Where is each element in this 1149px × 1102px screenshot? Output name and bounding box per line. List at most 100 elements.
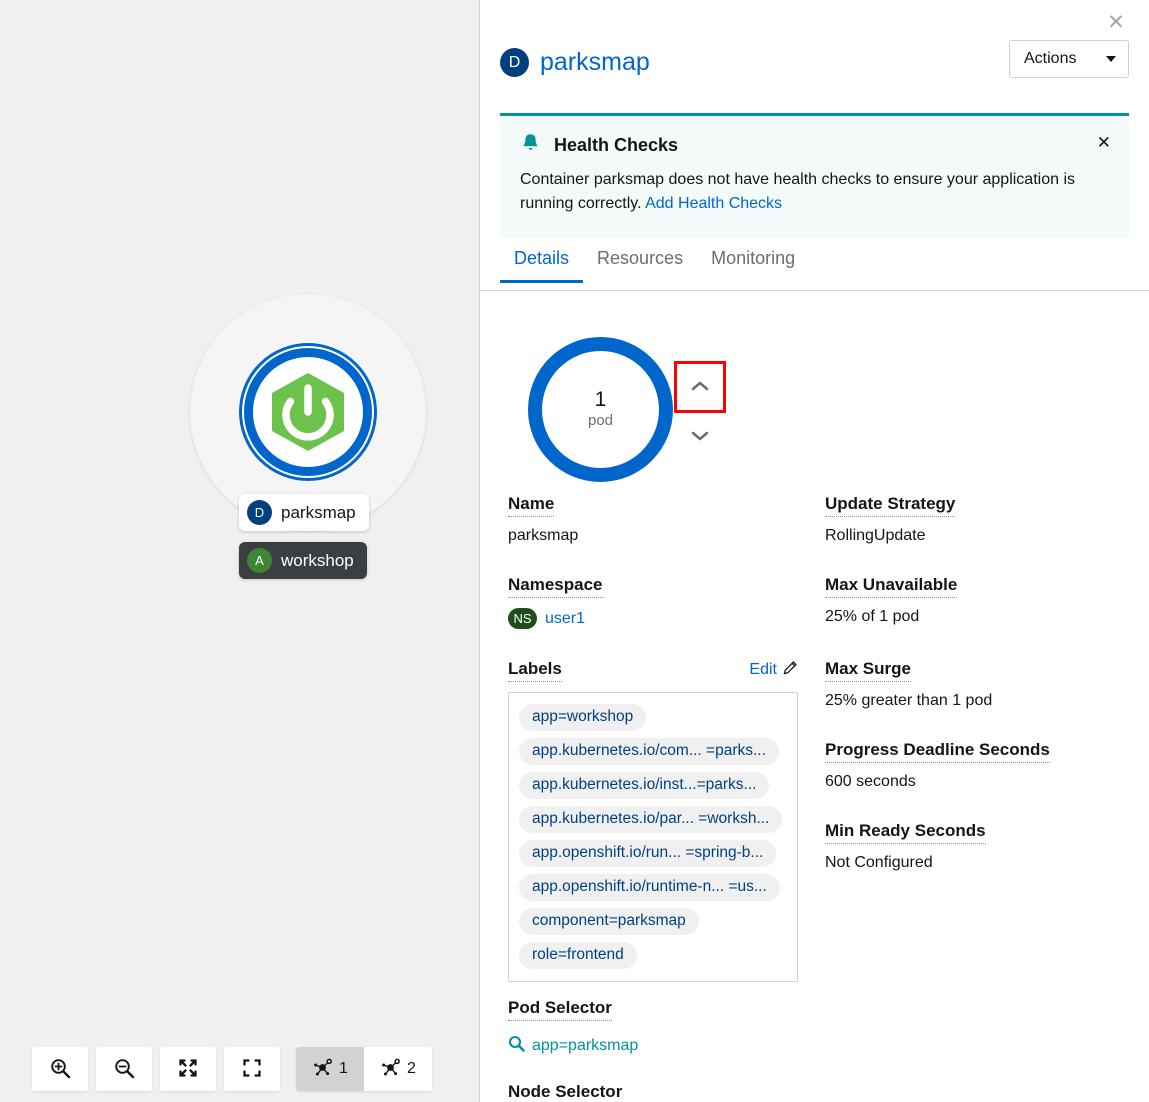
- detail-value: 25% of 1 pod: [825, 608, 1128, 626]
- detail-label: Progress Deadline Seconds: [825, 740, 1050, 763]
- pod-scaling-control: 1 pod: [528, 337, 788, 487]
- namespace-link[interactable]: user1: [545, 610, 585, 628]
- pod-count-value: 1: [595, 389, 607, 411]
- edit-labels-button[interactable]: Edit: [749, 660, 798, 680]
- detail-label: Labels: [508, 659, 562, 682]
- edit-labels-label: Edit: [749, 661, 777, 679]
- zoom-out-button[interactable]: [96, 1047, 152, 1091]
- actions-dropdown-button[interactable]: Actions: [1009, 40, 1129, 78]
- alert-body: Container parksmap does not have health …: [520, 168, 1090, 216]
- add-health-checks-link[interactable]: Add Health Checks: [645, 195, 782, 212]
- pod-count-donut[interactable]: 1 pod: [528, 337, 673, 482]
- detail-max-surge: Max Surge 25% greater than 1 pod: [825, 659, 1128, 710]
- detail-value: 600 seconds: [825, 773, 1128, 791]
- label-chip[interactable]: app=workshop: [519, 704, 646, 731]
- bell-icon: [520, 132, 541, 158]
- label-chip[interactable]: component=parksmap: [519, 908, 699, 935]
- topology-node-parksmap[interactable]: D parksmap A workshop: [190, 294, 426, 530]
- zoom-out-icon: [113, 1057, 135, 1082]
- tab-details[interactable]: Details: [500, 244, 583, 283]
- alert-body-text: Container parksmap does not have health …: [520, 171, 1075, 212]
- zoom-in-icon: [49, 1057, 71, 1082]
- health-checks-alert: ✕ Health Checks Container parksmap does …: [500, 113, 1129, 238]
- side-panel: ✕ D parksmap Actions ✕ Health Checks Con…: [480, 0, 1149, 1102]
- detail-value: 25% greater than 1 pod: [825, 692, 1128, 710]
- deployment-badge: D: [247, 500, 272, 525]
- label-chip[interactable]: app.kubernetes.io/inst...=parks...: [519, 772, 769, 799]
- detail-label: Namespace: [508, 575, 603, 598]
- panel-title-row: D parksmap: [500, 40, 650, 77]
- fit-to-screen-button[interactable]: [160, 1047, 216, 1091]
- details-grid: Name parksmap Update Strategy RollingUpd…: [508, 494, 1128, 982]
- pod-selector-value-row[interactable]: app=parksmap: [508, 1035, 848, 1057]
- chevron-up-icon: [690, 379, 710, 396]
- panel-tabs[interactable]: Details Resources Monitoring: [480, 244, 1149, 291]
- scale-up-button[interactable]: [674, 361, 726, 413]
- topology-toolbar[interactable]: 1: [32, 1047, 432, 1091]
- close-icon: ✕: [1107, 12, 1125, 33]
- graph-layout-icon: [380, 1057, 401, 1081]
- tab-monitoring[interactable]: Monitoring: [697, 244, 809, 283]
- layout-1-button[interactable]: 1: [296, 1047, 364, 1091]
- panel-close-button[interactable]: ✕: [1102, 8, 1130, 36]
- label-chip[interactable]: app.openshift.io/run... =spring-b...: [519, 840, 776, 867]
- topology-canvas[interactable]: D parksmap A workshop: [0, 0, 480, 1102]
- reset-view-button[interactable]: [224, 1047, 280, 1091]
- labels-header: Labels Edit: [508, 659, 798, 682]
- detail-label: Name: [508, 494, 554, 517]
- detail-pod-selector: Pod Selector app=parksmap: [508, 998, 848, 1057]
- actions-label: Actions: [1024, 50, 1076, 68]
- pod-count-unit: pod: [588, 412, 613, 430]
- application-name: workshop: [281, 551, 354, 571]
- pod-selector-value: app=parksmap: [532, 1037, 638, 1055]
- detail-value: RollingUpdate: [825, 527, 1128, 545]
- fit-to-screen-icon: [177, 1057, 199, 1082]
- tab-resources[interactable]: Resources: [583, 244, 697, 283]
- layout-2-button[interactable]: 2: [364, 1047, 432, 1091]
- application-badge: A: [247, 548, 272, 573]
- detail-progress-deadline: Progress Deadline Seconds 600 seconds: [825, 740, 1128, 791]
- detail-min-ready: Min Ready Seconds Not Configured: [825, 821, 1128, 872]
- node-label-application[interactable]: A workshop: [239, 542, 367, 579]
- label-chip[interactable]: app.kubernetes.io/com... =parks...: [519, 738, 779, 765]
- scale-down-button[interactable]: [674, 417, 726, 457]
- detail-labels: Labels Edit app=workshop app.kubernetes.…: [508, 659, 825, 982]
- right-detail-column: Max Surge 25% greater than 1 pod Progres…: [825, 659, 1128, 982]
- zoom-in-button[interactable]: [32, 1047, 88, 1091]
- detail-label: Node Selector: [508, 1082, 622, 1102]
- panel-header: D parksmap Actions: [500, 40, 1129, 102]
- detail-label: Min Ready Seconds: [825, 821, 986, 844]
- alert-title: Health Checks: [554, 135, 678, 156]
- alert-title-row: Health Checks: [520, 132, 1111, 158]
- deployment-badge: D: [500, 48, 529, 77]
- detail-value: parksmap: [508, 527, 825, 545]
- layout-2-label: 2: [407, 1060, 416, 1078]
- detail-label: Pod Selector: [508, 998, 612, 1021]
- node-label-deployment[interactable]: D parksmap: [239, 494, 369, 531]
- chevron-down-icon: [1106, 56, 1116, 62]
- pencil-icon: [783, 660, 798, 680]
- search-icon: [508, 1035, 525, 1057]
- detail-label: Update Strategy: [825, 494, 955, 517]
- detail-label: Max Surge: [825, 659, 911, 682]
- page-title: parksmap: [540, 48, 650, 77]
- label-chip[interactable]: role=frontend: [519, 942, 637, 969]
- namespace-value-row: NS user1: [508, 608, 825, 629]
- detail-name: Name parksmap: [508, 494, 825, 575]
- graph-layout-icon: [312, 1057, 333, 1081]
- detail-max-unavailable: Max Unavailable 25% of 1 pod: [825, 575, 1128, 659]
- labels-list: app=workshop app.kubernetes.io/com... =p…: [508, 692, 798, 982]
- reset-view-icon: [241, 1057, 263, 1082]
- label-chip[interactable]: app.kubernetes.io/par... =worksh...: [519, 806, 782, 833]
- detail-value: Not Configured: [825, 854, 1128, 872]
- layout-1-label: 1: [339, 1060, 348, 1078]
- namespace-badge: NS: [508, 608, 537, 629]
- label-chip[interactable]: app.openshift.io/runtime-n... =us...: [519, 874, 780, 901]
- chevron-down-icon: [690, 429, 710, 446]
- detail-label: Max Unavailable: [825, 575, 957, 598]
- layout-toggle-group[interactable]: 1: [296, 1047, 432, 1091]
- alert-close-button[interactable]: ✕: [1093, 130, 1115, 155]
- detail-namespace: Namespace NS user1: [508, 575, 825, 659]
- detail-node-selector: Node Selector: [508, 1082, 848, 1102]
- detail-update-strategy: Update Strategy RollingUpdate: [825, 494, 1128, 575]
